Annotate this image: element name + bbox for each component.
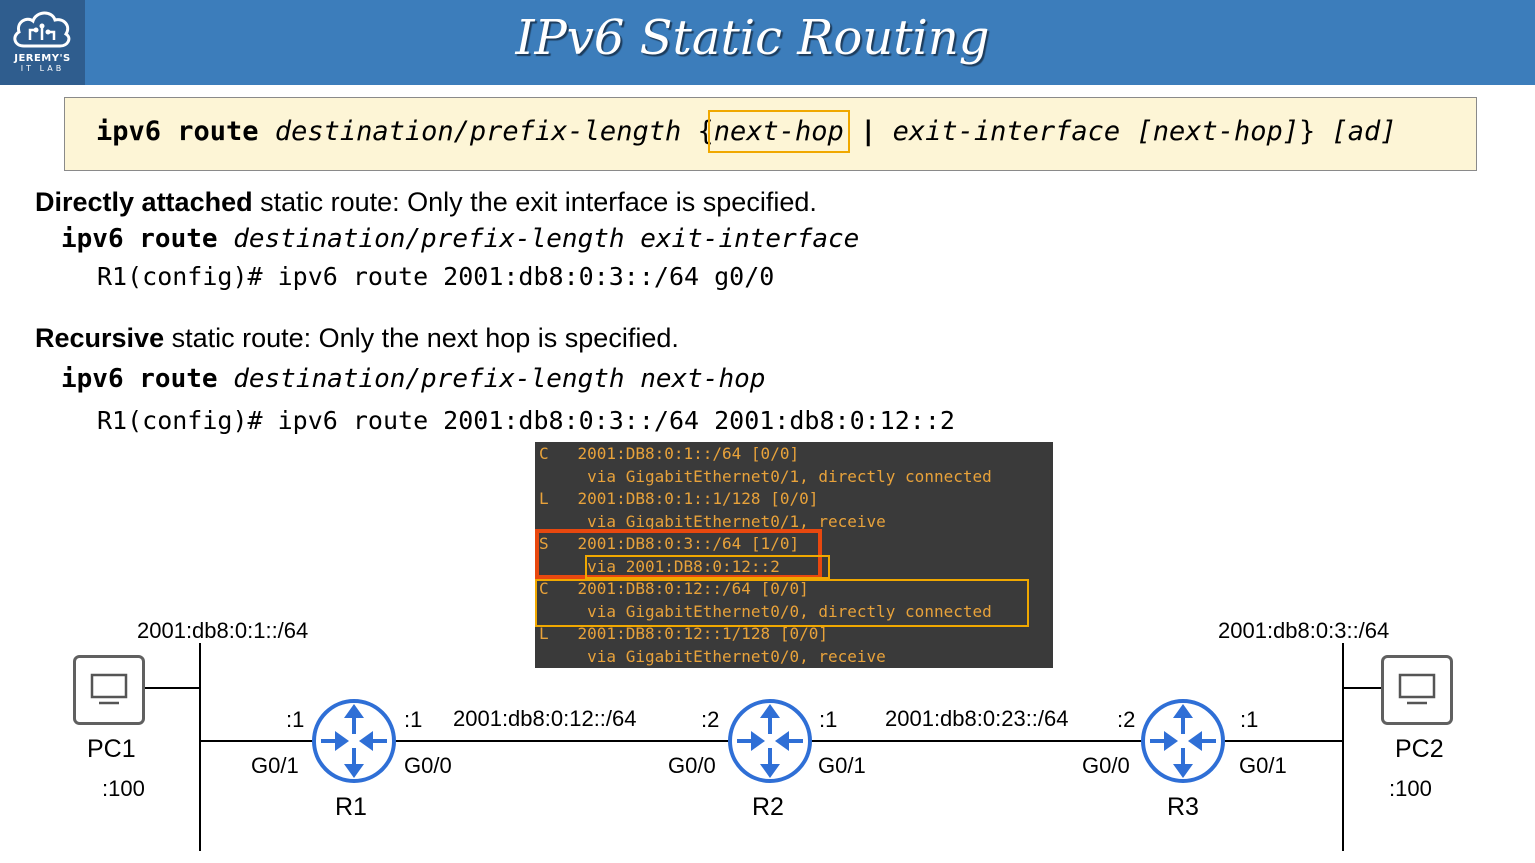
- r1-label: R1: [335, 793, 367, 821]
- syntax-command: ipv6 route: [96, 116, 259, 147]
- r3-right-interface-label: G0/1: [1239, 753, 1287, 778]
- jeremys-it-lab-logo: JEREMY'S IT LAB: [0, 0, 85, 85]
- page-title: IPv6 Static Routing: [515, 10, 990, 66]
- r2-left-interface-label: G0/0: [668, 753, 716, 778]
- directly-syntax-command: ipv6 route: [61, 224, 218, 254]
- pc1-label: PC1: [87, 735, 136, 763]
- syntax-brace-open: {: [697, 116, 714, 147]
- pc1-computer-icon: [73, 655, 145, 725]
- r2-r3-network-label: 2001:db8:0:23::/64: [885, 706, 1069, 731]
- recursive-description: Recursive static route: Only the next ho…: [35, 323, 679, 354]
- recursive-syntax: ipv6 route destination/prefix-length nex…: [61, 364, 765, 394]
- syntax-line: ipv6 route destination/prefix-length {ne…: [96, 110, 1397, 153]
- pc1-address-label: :100: [102, 776, 145, 801]
- directly-attached-term: Directly attached: [35, 187, 253, 217]
- r2-g01-host-label: :1: [819, 707, 838, 732]
- r2-g00-host-label: :2: [701, 707, 720, 732]
- r1-right-interface-label: G0/0: [404, 753, 452, 778]
- r3-left-interface-label: G0/0: [1082, 753, 1130, 778]
- pc2-label: PC2: [1395, 735, 1444, 763]
- right-lan-segment: [1342, 643, 1344, 851]
- syntax-optional-next-hop: [next-hop]: [1136, 116, 1299, 147]
- cloud-circuit-icon: [13, 11, 71, 48]
- route-line: via GigabitEthernet0/0, receive: [539, 647, 886, 666]
- pc2-link: [1343, 687, 1383, 689]
- left-network-label: 2001:db8:0:1::/64: [137, 618, 309, 643]
- directly-attached-syntax: ipv6 route destination/prefix-length exi…: [61, 224, 859, 254]
- syntax-destination: destination/prefix-length: [274, 116, 682, 147]
- syntax-pipe: |: [860, 116, 877, 147]
- syntax-next-hop-highlighted: next-hop: [707, 110, 850, 153]
- recursive-syntax-args: destination/prefix-length next-hop: [233, 364, 766, 394]
- pc2-computer-icon: [1381, 655, 1453, 725]
- r2-router-icon: [728, 699, 812, 783]
- syntax-ad: [ad]: [1331, 116, 1397, 147]
- directly-attached-example: R1(config)# ipv6 route 2001:db8:0:3::/64…: [97, 262, 775, 291]
- r1-left-interface-label: G0/1: [251, 753, 299, 778]
- r1-g01-host-label: :1: [286, 707, 305, 732]
- connected-route-highlight: [535, 579, 1029, 627]
- r1-r2-network-label: 2001:db8:0:12::/64: [453, 706, 637, 731]
- r3-router-icon: [1141, 699, 1225, 783]
- r3-g00-host-label: :2: [1117, 707, 1136, 732]
- title-bar: JEREMY'S IT LAB IPv6 Static Routing: [0, 0, 1535, 85]
- logo-line1: JEREMY'S: [14, 53, 71, 64]
- r1-router-icon: [312, 699, 396, 783]
- route-line: via GigabitEthernet0/1, directly connect…: [539, 467, 992, 486]
- r2-right-interface-label: G0/1: [818, 753, 866, 778]
- syntax-exit-interface: exit-interface: [892, 116, 1121, 147]
- route-line: C 2001:DB8:0:1::/64 [0/0]: [539, 444, 800, 463]
- recursive-text: static route: Only the next hop is speci…: [164, 323, 679, 353]
- next-hop-highlight: [585, 555, 830, 579]
- directly-syntax-args: destination/prefix-length exit-interface: [233, 224, 860, 254]
- directly-attached-description: Directly attached static route: Only the…: [35, 187, 817, 218]
- r3-label: R3: [1167, 793, 1199, 821]
- r1-g00-host-label: :1: [404, 707, 423, 732]
- recursive-syntax-command: ipv6 route: [61, 364, 218, 394]
- directly-attached-text: static route: Only the exit interface is…: [252, 187, 817, 217]
- pc1-link: [144, 687, 200, 689]
- syntax-brace-close: }: [1299, 116, 1316, 147]
- route-line: L 2001:DB8:0:1::1/128 [0/0]: [539, 489, 819, 508]
- recursive-term: Recursive: [35, 323, 165, 353]
- right-network-label: 2001:db8:0:3::/64: [1218, 618, 1390, 643]
- r3-g01-host-label: :1: [1240, 707, 1259, 732]
- recursive-example: R1(config)# ipv6 route 2001:db8:0:3::/64…: [97, 406, 955, 435]
- r2-label: R2: [752, 793, 784, 821]
- pc2-address-label: :100: [1389, 776, 1432, 801]
- left-lan-segment: [199, 643, 201, 851]
- logo-line2: IT LAB: [20, 64, 65, 73]
- syntax-box: ipv6 route destination/prefix-length {ne…: [64, 97, 1477, 171]
- routing-table-output: C 2001:DB8:0:1::/64 [0/0] via GigabitEth…: [535, 442, 1053, 668]
